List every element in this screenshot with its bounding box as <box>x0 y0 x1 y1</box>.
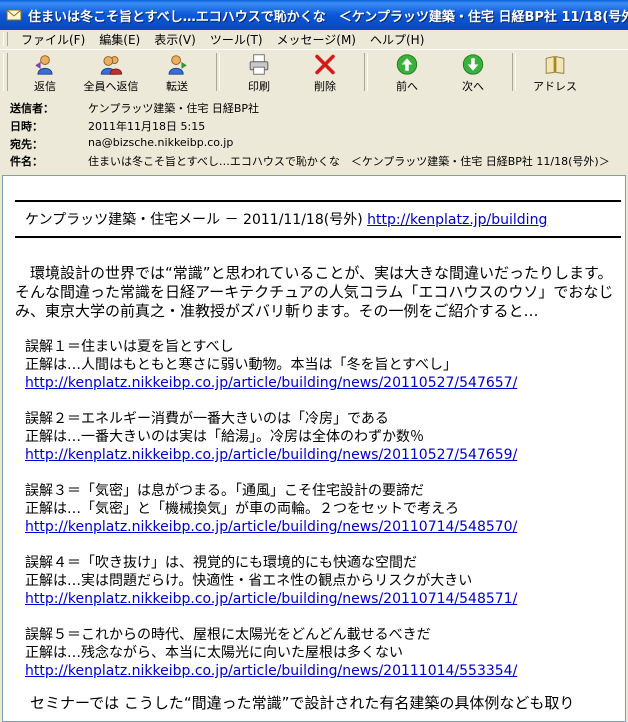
myth-item-5: 誤解５＝これからの時代、屋根に太陽光をどんどん載せるべきだ 正解は…残念ながら、… <box>25 626 517 680</box>
toolbar-grip <box>3 53 8 91</box>
header-from: 送信者： ケンプラッツ建築・住宅 日経BP社 <box>10 100 259 116</box>
forward-icon <box>168 55 187 75</box>
intro-paragraph: 環境設計の世界では“常識”と思われていることが、実は大きな間違いだったりします。… <box>15 264 614 320</box>
next-label: 次へ <box>462 80 484 93</box>
subject-value: 住まいは冬こそ旨とすべし…エコハウスで恥かくな ＜ケンプラッツ建築・住宅 日経B… <box>88 155 610 168</box>
myth-item-1: 誤解１＝住まいは夏を旨とすべし 正解は…人間はもともと寒さに弱い動物。本当は「冬… <box>25 338 517 392</box>
toolbar-separator <box>216 53 220 91</box>
header-subject: 件名： 住まいは冬こそ旨とすべし…エコハウスで恥かくな ＜ケンプラッツ建築・住宅… <box>10 153 610 169</box>
address-book-label: アドレス <box>533 80 577 93</box>
header-to: 宛先： na@bizsche.nikkeibp.co.jp <box>10 136 233 152</box>
myth-statement: 誤解３＝「気密」は息がつまる。「通風」こそ住宅設計の要諦だ <box>25 483 424 499</box>
date-label: 日時： <box>10 120 43 133</box>
from-label: 送信者： <box>10 102 54 115</box>
down-arrow-icon <box>462 54 484 75</box>
myth-statement: 誤解５＝これからの時代、屋根に太陽光をどんどん載せるべきだ <box>25 627 431 643</box>
bottom-rule <box>15 236 621 238</box>
message-body[interactable]: ケンプラッツ建築・住宅メール － 2011/11/18(号外) http://k… <box>2 175 626 722</box>
printer-icon <box>249 54 269 75</box>
menu-grip <box>3 32 8 46</box>
kenplatz-link[interactable]: http://kenplatz.jp/building <box>367 212 547 228</box>
delete-x-icon <box>315 54 335 75</box>
myth-correction: 正解は…一番大きいのは実は「給湯」。冷房は全体のわずか数％ <box>25 429 424 445</box>
toolbar-separator <box>512 53 516 91</box>
up-arrow-icon <box>396 54 418 75</box>
myth-correction: 正解は…「気密」と「機械換気」が車の両輪。２つをセットで考えろ <box>25 501 459 517</box>
menu-view[interactable]: 表示(V) <box>147 31 203 48</box>
menu-message[interactable]: メッセージ(M) <box>270 31 363 48</box>
from-value: ケンプラッツ建築・住宅 日経BP社 <box>88 102 260 115</box>
myth-statement: 誤解４＝「吹き抜け」は、視覚的にも環境的にも快適な空間だ <box>25 555 417 571</box>
myth-correction: 正解は…人間はもともと寒さに弱い動物。本当は「冬を旨とすべし」 <box>25 357 458 373</box>
to-value: na@bizsche.nikkeibp.co.jp <box>88 136 234 149</box>
myth-item-2: 誤解２＝エネルギー消費が一番大きいのは「冷房」である 正解は…一番大きいのは実は… <box>25 410 517 464</box>
reply-icon <box>35 55 53 75</box>
mail-envelope-icon <box>6 9 22 21</box>
date-value: 2011年11月18日 5:15 <box>88 120 206 133</box>
next-button[interactable]: 次へ <box>440 50 506 94</box>
toolbar-separator <box>364 53 368 91</box>
menu-edit[interactable]: 編集(E) <box>92 31 147 48</box>
myth-item-3: 誤解３＝「気密」は息がつまる。「通風」こそ住宅設計の要諦だ 正解は…「気密」と「… <box>25 482 517 536</box>
previous-label: 前へ <box>396 80 418 93</box>
article-link[interactable]: http://kenplatz.nikkeibp.co.jp/article/b… <box>25 447 517 463</box>
to-label: 宛先： <box>10 138 43 151</box>
myth-correction: 正解は…実は問題だらけ。快適性・省エネ性の観点からリスクが大きい <box>25 573 473 589</box>
toolbar: 返信 全員へ返信 転送 印刷 削除 前へ 次へ アドレス <box>0 49 628 96</box>
reply-label: 返信 <box>34 80 56 93</box>
window-title: 住まいは冬こそ旨とすべし…エコハウスで恥かくな ＜ケンプラッツ建築・住宅 日経B… <box>28 9 628 25</box>
reply-all-button[interactable]: 全員へ返信 <box>78 50 144 94</box>
title-bar: 住まいは冬こそ旨とすべし…エコハウスで恥かくな ＜ケンプラッツ建築・住宅 日経B… <box>0 0 628 30</box>
article-link[interactable]: http://kenplatz.nikkeibp.co.jp/article/b… <box>25 375 517 391</box>
myth-item-4: 誤解４＝「吹き抜け」は、視覚的にも環境的にも快適な空間だ 正解は…実は問題だらけ… <box>25 554 517 608</box>
menu-help[interactable]: ヘルプ(H) <box>363 31 431 48</box>
message-title-line: ケンプラッツ建築・住宅メール － 2011/11/18(号外) http://k… <box>25 209 547 229</box>
delete-button[interactable]: 削除 <box>292 50 358 94</box>
forward-label: 転送 <box>166 80 188 93</box>
reply-all-icon <box>100 56 123 75</box>
menu-bar: ファイル(F) 編集(E) 表示(V) ツール(T) メッセージ(M) ヘルプ(… <box>0 30 628 48</box>
previous-button[interactable]: 前へ <box>374 50 440 94</box>
delete-label: 削除 <box>314 80 336 93</box>
menu-file[interactable]: ファイル(F) <box>14 31 92 48</box>
article-link[interactable]: http://kenplatz.nikkeibp.co.jp/article/b… <box>25 663 517 679</box>
forward-button[interactable]: 転送 <box>144 50 210 94</box>
myth-statement: 誤解１＝住まいは夏を旨とすべし <box>25 339 234 355</box>
article-link[interactable]: http://kenplatz.nikkeibp.co.jp/article/b… <box>25 591 517 607</box>
top-rule <box>15 200 621 202</box>
print-label: 印刷 <box>248 80 270 93</box>
article-link[interactable]: http://kenplatz.nikkeibp.co.jp/article/b… <box>25 519 517 535</box>
header-date: 日時： 2011年11月18日 5:15 <box>10 118 205 134</box>
message-headers: 送信者： ケンプラッツ建築・住宅 日経BP社 日時： 2011年11月18日 5… <box>0 95 628 173</box>
myth-statement: 誤解２＝エネルギー消費が一番大きいのは「冷房」である <box>25 411 389 427</box>
subject-label: 件名： <box>10 155 43 168</box>
reply-all-label: 全員へ返信 <box>83 80 139 93</box>
myth-correction: 正解は…残念ながら、本当に太陽光に向いた屋根は多くない <box>25 645 403 661</box>
message-title: ケンプラッツ建築・住宅メール － 2011/11/18(号外) <box>25 212 363 228</box>
reply-button[interactable]: 返信 <box>12 50 78 94</box>
address-book-button[interactable]: アドレス <box>522 50 588 94</box>
menu-tools[interactable]: ツール(T) <box>203 31 270 48</box>
address-book-icon <box>545 55 565 74</box>
seminar-paragraph: セミナーでは こうした“間違った常識”で設計された有名建築の具体例なども取り <box>15 694 575 712</box>
print-button[interactable]: 印刷 <box>226 50 292 94</box>
